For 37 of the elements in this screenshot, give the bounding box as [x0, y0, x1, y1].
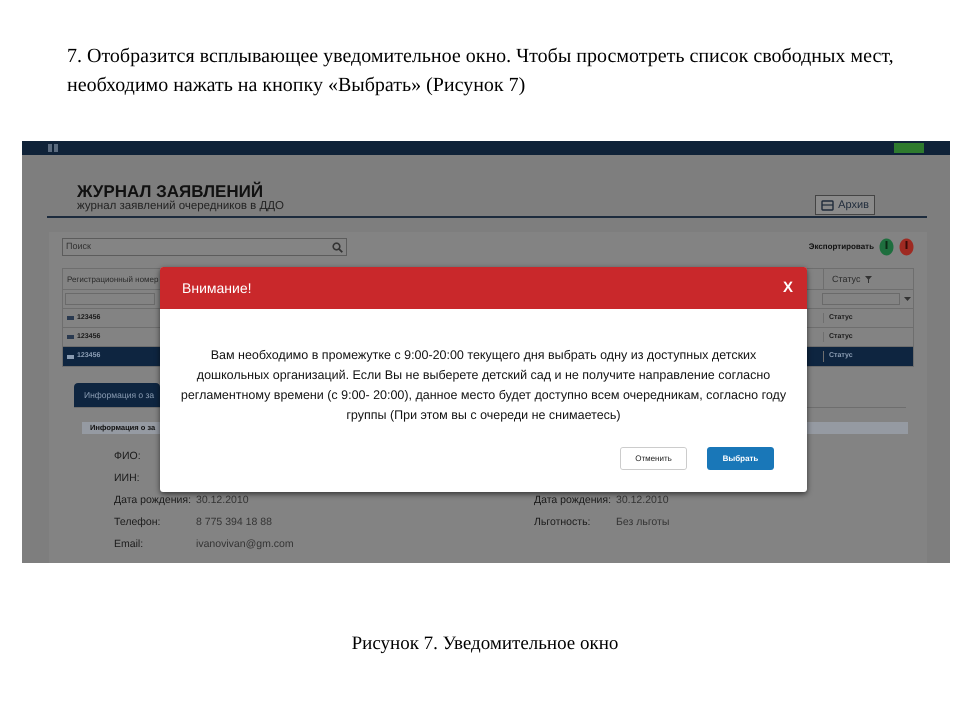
- search-input[interactable]: Поиск: [66, 240, 266, 254]
- field-label: Email:: [114, 537, 144, 552]
- field-value: ivanovivan@gm.com: [196, 537, 294, 552]
- field-label: ИИН:: [114, 471, 141, 486]
- filter-field[interactable]: [65, 293, 155, 305]
- column-header[interactable]: Статус: [823, 269, 913, 289]
- field-value: 30.12.2010: [616, 493, 669, 508]
- archive-button[interactable]: Архив: [815, 195, 875, 215]
- download-icon[interactable]: [899, 238, 914, 256]
- field-label: ФИО:: [114, 449, 142, 464]
- field-value: 30.12.2010: [196, 493, 249, 508]
- cancel-button[interactable]: Отменить: [620, 447, 687, 470]
- field-label: Льготность:: [534, 515, 592, 530]
- info-tab[interactable]: Информация о за: [74, 383, 160, 407]
- field-label: Дата рождения:: [114, 493, 192, 508]
- logo-icon: [48, 144, 58, 152]
- filter-icon: [865, 276, 872, 282]
- page-subtitle: журнал заявлений очередников в ДДО: [77, 200, 284, 213]
- instruction-text: 7. Отобразится всплывающее уведомительное окно. Чтобы просмотреть список свободных мест, необходимо нажать на кнопку «Выбрать» (Рисунок 7): [66, 44, 895, 98]
- close-button[interactable]: X: [782, 276, 793, 300]
- select-button[interactable]: Выбрать: [707, 447, 774, 470]
- archive-icon: [821, 200, 834, 210]
- export-label: Экспортировать: [808, 241, 874, 253]
- search-field[interactable]: Поиск: [62, 238, 347, 256]
- field-label: Телефон:: [114, 515, 162, 530]
- field-value: 8 775 394 18 88: [196, 515, 272, 530]
- filter-field[interactable]: [822, 293, 900, 305]
- search-icon: [332, 242, 343, 252]
- download-icon[interactable]: [879, 238, 894, 256]
- column-header: Регистрационный номер: [66, 274, 160, 286]
- figure-caption: Рисунок 7. Уведомительное окно: [350, 632, 620, 656]
- page-title: ЖУРНАЛ ЗАЯВЛЕНИЙ: [77, 183, 264, 200]
- field-label: Дата рождения:: [534, 493, 612, 508]
- dialog-message: Вам необходимо в промежутке с 9:00-20:00 текущего дня выбрать одну из доступных детских дошкольных организаций. Если Вы не выберете детский сад и не получите направление согласно регламентному времени (с 9:00- 20:00), данное место будет доступно всем очередникам, согласно году группы (При этом вы с очереди не снимаетесь): [180, 347, 788, 424]
- field-value: Без льготы: [616, 515, 670, 530]
- dialog-title: Внимание!: [182, 278, 252, 298]
- caret-icon[interactable]: [904, 297, 911, 301]
